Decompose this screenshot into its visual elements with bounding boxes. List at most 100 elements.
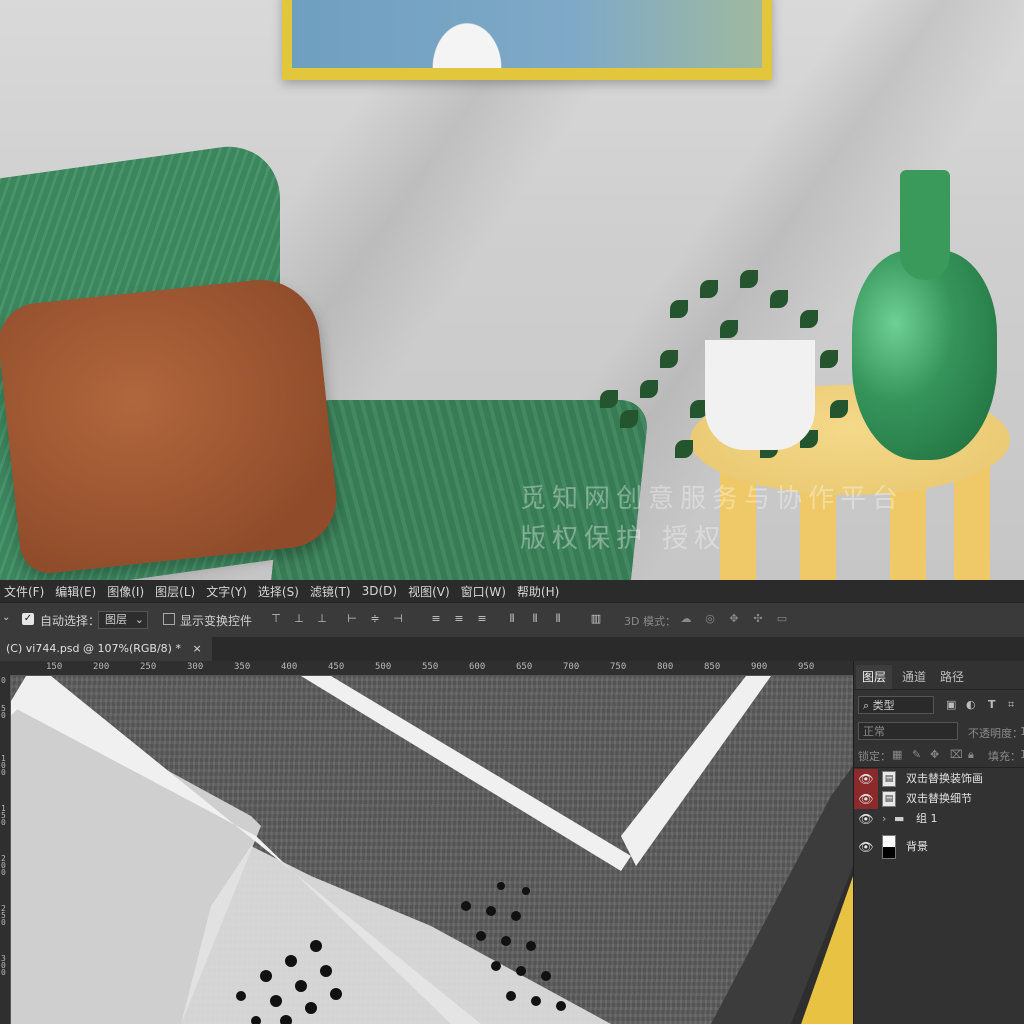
lock-artboard-icon[interactable]: ⌧ <box>950 748 963 761</box>
menu-image[interactable]: 图像(I) <box>103 583 151 600</box>
menu-view[interactable]: 视图(V) <box>404 583 457 600</box>
layer-name: 组 1 <box>916 812 938 825</box>
filter-adjustment-icon[interactable]: ◐ <box>966 698 976 711</box>
document-tab[interactable]: (C) vi744.psd @ 107%(RGB/8) * × <box>0 637 212 661</box>
menu-3d[interactable]: 3D(D) <box>358 584 404 598</box>
ruler-label: 650 <box>516 662 533 672</box>
ruler-label: 250 <box>140 662 157 672</box>
ruler-label: 50 <box>1 704 6 720</box>
ruler-label: 150 <box>46 662 63 672</box>
eye-icon[interactable]: 👁︎ <box>854 809 878 829</box>
menu-help[interactable]: 帮助(H) <box>513 583 566 600</box>
ruler-label: 800 <box>657 662 674 672</box>
ruler-label: 900 <box>751 662 768 672</box>
filter-shape-icon[interactable]: ⌗ <box>1008 698 1014 712</box>
opacity-value[interactable]: 1 <box>1020 725 1024 738</box>
distribute-vcenter-icon[interactable]: ≡ <box>453 613 465 625</box>
menu-filter[interactable]: 滤镜(T) <box>306 583 358 600</box>
align-right-icon[interactable]: ⊣ <box>392 613 404 625</box>
ruler-label: 400 <box>281 662 298 672</box>
layer-row-group[interactable]: 👁︎ › ▬ 组 1 <box>854 809 1024 829</box>
ruler-corner[interactable] <box>0 661 10 675</box>
distribute-top-icon[interactable]: ≡ <box>430 613 442 625</box>
leather-pillow <box>0 274 342 576</box>
auto-select-checkbox[interactable]: ✓ <box>22 613 34 625</box>
auto-select-label: 自动选择： <box>40 614 101 628</box>
ruler-label: 0 <box>1 676 6 685</box>
layer-name: 背景 <box>906 840 928 853</box>
align-bottom-icon[interactable]: ⊥ <box>316 613 328 625</box>
auto-align-icon[interactable]: ▥ <box>590 613 602 625</box>
eye-icon[interactable]: 👁︎ <box>854 769 878 789</box>
background-thumbnail <box>882 835 896 859</box>
layer-name: 双击替换装饰画 <box>906 772 983 785</box>
smart-object-thumbnail: ▤ <box>882 771 896 787</box>
fill-value[interactable]: 1 <box>1020 748 1024 761</box>
ruler-label: 700 <box>563 662 580 672</box>
chevron-down-icon: ⌄ <box>134 613 144 626</box>
layer-filter-dropdown[interactable]: ⌕ 类型 <box>858 696 934 714</box>
show-transform-label: 显示变换控件 <box>180 614 253 628</box>
white-plant-pot <box>705 340 815 450</box>
menu-edit[interactable]: 编辑(E) <box>51 583 103 600</box>
menu-layer[interactable]: 图层(L) <box>151 583 202 600</box>
3d-scale-icon[interactable]: ▭ <box>776 613 788 625</box>
fill-label: 填充： <box>988 750 1021 763</box>
distribute-bottom-icon[interactable]: ≡ <box>476 613 488 625</box>
watermark-text-2: 版权保护 授权 <box>520 524 727 554</box>
ruler-label: 150 <box>1 804 6 827</box>
3d-orbit-icon[interactable]: ☁ <box>680 613 692 625</box>
ruler-label: 250 <box>1 904 6 927</box>
auto-select-dropdown[interactable]: 图层 ⌄ <box>98 611 148 629</box>
align-left-icon[interactable]: ⊢ <box>346 613 358 625</box>
ruler-label: 950 <box>798 662 815 672</box>
options-bar: ⌄ ✓ 自动选择： 图层 ⌄ 显示变换控件 ⊤ ⊥ ⊥ ⊢ ≑ ⊣ ≡ ≡ ≡ ⫴… <box>0 602 1024 638</box>
layer-filter-row: ⌕ 类型 ▣ ◐ T ⌗ <box>854 696 1024 716</box>
align-hcenter-icon[interactable]: ≑ <box>369 613 381 625</box>
tab-channels[interactable]: 通道 <box>896 665 932 689</box>
distribute-left-icon[interactable]: ⫴ <box>506 613 518 625</box>
vertical-ruler[interactable]: 0 50 100 150 200 250 300 <box>0 675 11 1024</box>
eye-icon[interactable]: 👁︎ <box>854 833 878 861</box>
ruler-label: 350 <box>234 662 251 672</box>
lock-move-icon[interactable]: ✥ <box>930 748 939 761</box>
layer-row[interactable]: 👁︎ ▤ 双击替换装饰画 <box>854 769 1024 789</box>
auto-select-value: 图层 <box>105 613 127 626</box>
align-vcenter-icon[interactable]: ⊥ <box>293 613 305 625</box>
eye-icon[interactable]: 👁︎ <box>854 789 878 809</box>
show-transform-checkbox[interactable] <box>163 613 175 625</box>
layer-row-background[interactable]: 👁︎ 背景 <box>854 833 1024 861</box>
mockup-photo: 觅知网创意服务与协作平台 版权保护 授权 <box>0 0 1024 580</box>
close-icon[interactable]: × <box>192 642 201 655</box>
menu-select[interactable]: 选择(S) <box>254 583 306 600</box>
watermark-text: 觅知网创意服务与协作平台 <box>520 484 905 514</box>
tool-preset-chevron-icon[interactable]: ⌄ <box>2 612 10 623</box>
lock-transparent-icon[interactable]: ▦ <box>892 748 902 761</box>
menu-type[interactable]: 文字(Y) <box>202 583 254 600</box>
filter-pixel-icon[interactable]: ▣ <box>946 698 956 711</box>
3d-mode-label: 3D 模式： <box>624 615 676 628</box>
menu-file[interactable]: 文件(F) <box>0 583 51 600</box>
horizontal-ruler[interactable]: 150 200 250 300 350 400 450 500 550 600 … <box>10 661 853 676</box>
document-title: (C) vi744.psd @ 107%(RGB/8) * <box>6 642 181 655</box>
blend-mode-dropdown[interactable]: 正常 <box>858 722 958 740</box>
green-vase <box>852 170 997 465</box>
lock-all-icon[interactable]: 🔒︎ <box>968 748 974 762</box>
expand-chevron-icon[interactable]: › <box>882 809 886 829</box>
tab-paths[interactable]: 路径 <box>934 665 970 689</box>
distribute-right-icon[interactable]: ⫴ <box>552 613 564 625</box>
3d-drag-icon[interactable]: ✥ <box>728 613 740 625</box>
layers-panel: 图层 通道 路径 ⌕ 类型 ▣ ◐ T ⌗ 正常 不透明度： 1 锁定： ▦ ✎… <box>853 661 1024 1024</box>
distribute-hcenter-icon[interactable]: ⫴ <box>529 613 541 625</box>
tab-layers[interactable]: 图层 <box>856 665 893 689</box>
filter-type-icon[interactable]: T <box>988 698 996 711</box>
3d-slide-icon[interactable]: ✣ <box>752 613 764 625</box>
filter-label: 类型 <box>872 699 895 712</box>
menu-window[interactable]: 窗口(W) <box>457 583 513 600</box>
document-canvas[interactable] <box>11 676 853 1024</box>
layer-row[interactable]: 👁︎ ▤ 双击替换细节 <box>854 789 1024 809</box>
align-top-icon[interactable]: ⊤ <box>270 613 282 625</box>
3d-roll-icon[interactable]: ◎ <box>704 613 716 625</box>
lock-paint-icon[interactable]: ✎ <box>912 748 921 761</box>
ruler-label: 450 <box>328 662 345 672</box>
